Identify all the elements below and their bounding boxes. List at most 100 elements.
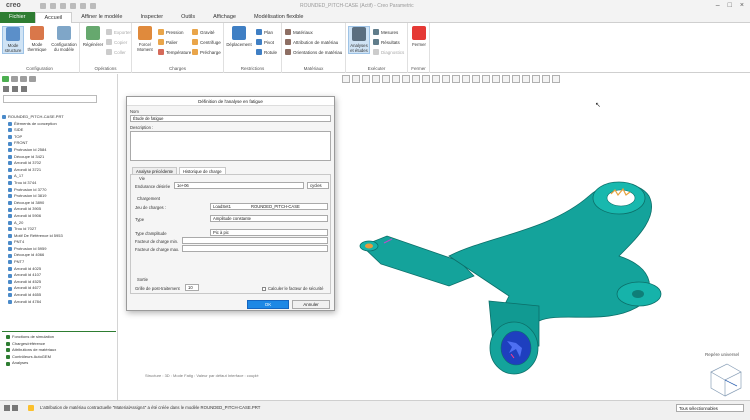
simulation-display-icon[interactable]: [452, 75, 460, 83]
sim-tree-item[interactable]: Attributions de matériaux: [2, 347, 116, 354]
section-icon[interactable]: [502, 75, 510, 83]
layers-icon[interactable]: [29, 76, 36, 82]
palier-button[interactable]: Palier: [158, 39, 178, 45]
mode-thermique-button[interactable]: Mode thermique: [26, 26, 48, 52]
ok-button[interactable]: OK: [247, 300, 289, 309]
tree-item[interactable]: Arrondi id 4107: [2, 272, 116, 279]
appearance-icon[interactable]: [492, 75, 500, 83]
repaint-icon[interactable]: [372, 75, 380, 83]
facteur-max-input[interactable]: [182, 245, 328, 252]
tab-inspecter[interactable]: Inspecter: [131, 12, 172, 23]
view-manager-icon[interactable]: [402, 75, 410, 83]
tab-affiner[interactable]: Affiner le modèle: [72, 12, 131, 23]
gravite-button[interactable]: Gravité: [192, 29, 215, 35]
spin-center-icon[interactable]: [442, 75, 450, 83]
tree-item[interactable]: A_20: [2, 220, 116, 227]
navigator-icon[interactable]: [4, 405, 10, 411]
model-tree-icon[interactable]: [2, 76, 9, 82]
tree-item[interactable]: Découpe id 3890: [2, 200, 116, 207]
checkbox-icon[interactable]: [262, 286, 266, 291]
edges-icon[interactable]: [532, 75, 540, 83]
tab-fichier[interactable]: Fichier: [0, 12, 35, 23]
type-amplitude-select[interactable]: Pic à pic: [210, 229, 328, 236]
hidden-line-icon[interactable]: [512, 75, 520, 83]
datum-display-icon[interactable]: [422, 75, 430, 83]
tree-item[interactable]: Protrusion id 3770: [2, 187, 116, 194]
tree-item[interactable]: Éléments de conception: [2, 121, 116, 128]
coller-button[interactable]: Coller: [106, 49, 126, 55]
bracket-part[interactable]: [359, 181, 662, 375]
plan-button[interactable]: Plan: [256, 29, 273, 35]
tree-item[interactable]: Arrondi id 4025: [2, 266, 116, 273]
load-display-icon[interactable]: [462, 75, 470, 83]
minimize-icon[interactable]: –: [716, 2, 720, 9]
tree-item[interactable]: Arrondi id 4784: [2, 299, 116, 306]
tree-item[interactable]: Arrondi id 4525: [2, 279, 116, 286]
new-icon[interactable]: [40, 3, 46, 9]
name-input[interactable]: Étude de fatigue: [130, 115, 331, 122]
tree-search-input[interactable]: [3, 95, 97, 103]
settings-icon[interactable]: [12, 86, 18, 92]
endurance-unit-select[interactable]: cycles: [307, 182, 329, 189]
window-controls[interactable]: – □ ×: [716, 2, 744, 9]
pression-button[interactable]: Pression: [158, 29, 184, 35]
orientations-materiau-button[interactable]: Orientations de matériau: [285, 49, 342, 55]
tree-item[interactable]: TOP: [2, 134, 116, 141]
undo-icon[interactable]: [70, 3, 76, 9]
mode-structure-button[interactable]: Mode structure: [2, 26, 24, 54]
diagnostics-button[interactable]: Diagnostics: [373, 49, 404, 55]
shading-icon[interactable]: [522, 75, 530, 83]
refit-icon[interactable]: [342, 75, 350, 83]
tree-item[interactable]: Arrondi id 4677: [2, 285, 116, 292]
precharge-button[interactable]: Précharge: [192, 49, 221, 55]
tree-item[interactable]: SIDE: [2, 127, 116, 134]
description-textarea[interactable]: [130, 131, 331, 161]
favorites-icon[interactable]: [20, 76, 27, 82]
points-display-icon[interactable]: [552, 75, 560, 83]
tree-item[interactable]: Découpe id 3421: [2, 154, 116, 161]
exporter-button[interactable]: Exporter: [106, 29, 131, 35]
facteur-min-input[interactable]: [182, 237, 328, 244]
tree-item[interactable]: Arrondi id 3702: [2, 160, 116, 167]
maximize-icon[interactable]: □: [728, 2, 732, 9]
quick-access-toolbar[interactable]: [40, 3, 96, 9]
tree-item[interactable]: PNT7: [2, 259, 116, 266]
graphics-toolbar[interactable]: [342, 75, 560, 86]
csys-display-icon[interactable]: [542, 75, 550, 83]
annuler-button[interactable]: Annuler: [292, 300, 330, 309]
mesh-display-icon[interactable]: [482, 75, 490, 83]
tree-item[interactable]: Protrusion id 5959: [2, 246, 116, 253]
type-select[interactable]: Amplitude constante: [210, 215, 328, 222]
tree-item[interactable]: Trou id 7027: [2, 226, 116, 233]
endurance-input[interactable]: 1e+06: [174, 182, 304, 189]
tree-item[interactable]: Trou id 3744: [2, 180, 116, 187]
regen-icon[interactable]: [90, 3, 96, 9]
annotation-display-icon[interactable]: [432, 75, 440, 83]
config-modele-button[interactable]: Configuration du modèle: [50, 26, 78, 52]
tree-item[interactable]: Protrusion id 2584: [2, 147, 116, 154]
materiaux-button[interactable]: Matériaux: [285, 29, 313, 35]
tree-item[interactable]: PNT4: [2, 239, 116, 246]
tree-item[interactable]: Protrusion id 3819: [2, 193, 116, 200]
tree-item[interactable]: Arrondi id 3905: [2, 206, 116, 213]
tree-item[interactable]: Découpe id 4066: [2, 252, 116, 259]
browser-icon[interactable]: [12, 405, 18, 411]
rotule-button[interactable]: Rotule: [256, 49, 277, 55]
redo-icon[interactable]: [80, 3, 86, 9]
open-icon[interactable]: [50, 3, 56, 9]
perspective-icon[interactable]: [412, 75, 420, 83]
tab-outils[interactable]: Outils: [172, 12, 204, 23]
folder-icon[interactable]: [11, 76, 18, 82]
jeu-charges-select[interactable]: LoadSet1 ROUNDED_PITCH-CASE: [210, 203, 328, 210]
filter-icon[interactable]: [21, 86, 27, 92]
temperature-button[interactable]: Température: [158, 49, 191, 55]
force-moment-button[interactable]: Force/ Moment: [134, 26, 156, 52]
fermer-button[interactable]: Fermer: [410, 26, 428, 47]
constraint-display-icon[interactable]: [472, 75, 480, 83]
tree-item[interactable]: Arrondi id 4655: [2, 292, 116, 299]
copier-button[interactable]: Copier: [106, 39, 127, 45]
tree-item[interactable]: FRONT: [2, 140, 116, 147]
zoom-in-icon[interactable]: [352, 75, 360, 83]
pivot-button[interactable]: Pivot: [256, 39, 274, 45]
deplacement-button[interactable]: Déplacement: [226, 26, 252, 47]
